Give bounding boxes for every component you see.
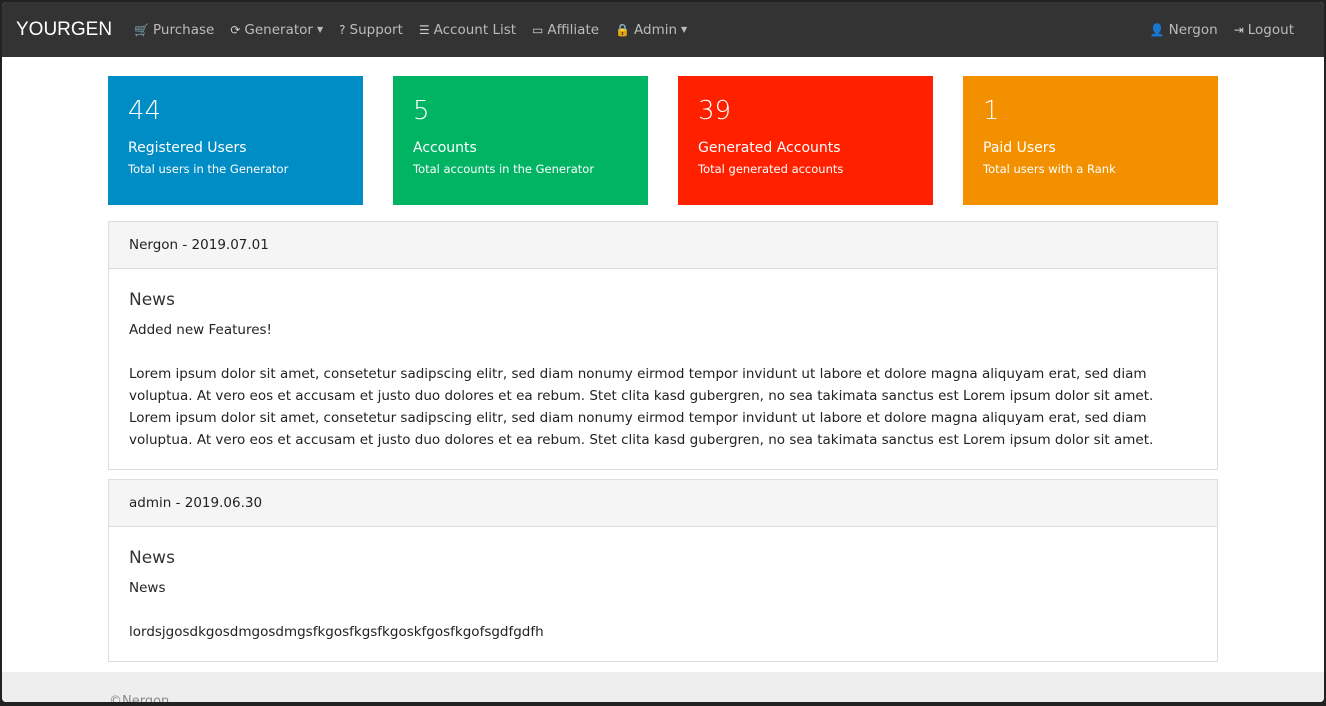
stat-card: 44 Registered Users Total users in the Gen… [108, 76, 363, 205]
news-paragraph: lordsjgosdkgosdmgosdmgsfkgosfkgsfkgoskfg… [129, 624, 544, 640]
cart-icon: 🛒 [134, 22, 150, 37]
stat-title: Accounts [413, 140, 477, 156]
stat-value: 44 [128, 96, 162, 126]
list-icon: ☰ [418, 22, 430, 37]
nav-affiliate[interactable]: ▭ Affiliate [532, 22, 599, 38]
logout-icon: ⇥ [1233, 22, 1244, 37]
question-icon: ? [339, 22, 346, 37]
nav-purchase[interactable]: 🛒 Purchase [134, 22, 214, 38]
user-link[interactable]: 👤 Nergon [1150, 22, 1218, 38]
stat-value: 1 [983, 96, 1000, 126]
nav-generator[interactable]: ⟳ Generator ▼ [230, 22, 323, 38]
stat-card: 39 Generated Accounts Total generated acco… [678, 76, 933, 205]
caret-down-icon: ▼ [681, 25, 688, 34]
news-title: News [129, 548, 175, 568]
caret-down-icon: ▼ [316, 25, 324, 34]
stat-card: 1 Paid Users Total users with a Rank [963, 76, 1218, 205]
user-icon: 👤 [1149, 22, 1165, 37]
stat-title: Paid Users [983, 140, 1056, 156]
stat-value: 5 [413, 96, 430, 126]
logout-link[interactable]: ⇥ Logout [1234, 22, 1294, 38]
refresh-icon: ⟳ [230, 22, 241, 37]
news-title: News [129, 290, 175, 310]
nav-support[interactable]: ? Support [339, 22, 403, 38]
stat-value: 39 [698, 96, 732, 126]
news-paragraph: News [129, 580, 166, 596]
stat-subtitle: Total users with a Rank [983, 162, 1116, 176]
stat-title: Registered Users [128, 140, 247, 156]
news-header: Nergon - 2019.07.01 [109, 222, 1217, 269]
navbar: YOURGEN 🛒 Purchase ⟳ Generator ▼ ? Support ☰ Acc… [2, 2, 1324, 57]
stat-title: Generated Accounts [698, 140, 841, 156]
footer: ©Nergon [2, 672, 1324, 702]
news-paragraph: Lorem ipsum dolor sit amet, consetetur s… [129, 366, 1154, 448]
news-panel: admin - 2019.06.30 News News lordsjgosdkgos… [108, 479, 1218, 662]
stat-card: 5 Accounts Total accounts in the Generator [393, 76, 648, 205]
lock-icon: 🔒 [615, 22, 631, 37]
stat-subtitle: Total generated accounts [698, 162, 844, 176]
stat-subtitle: Total accounts in the Generator [413, 162, 595, 176]
news-paragraph: Added new Features! [129, 322, 272, 338]
brand-logo[interactable]: YOURGEN [16, 19, 112, 41]
stat-subtitle: Total users in the Generator [128, 162, 289, 176]
nav-admin[interactable]: 🔒 Admin ▼ [615, 22, 687, 38]
news-header: admin - 2019.06.30 [109, 480, 1217, 527]
money-icon: ▭ [532, 22, 544, 37]
nav-account-list[interactable]: ☰ Account List [419, 22, 516, 38]
news-panel: Nergon - 2019.07.01 News Added new Feature… [108, 221, 1218, 470]
